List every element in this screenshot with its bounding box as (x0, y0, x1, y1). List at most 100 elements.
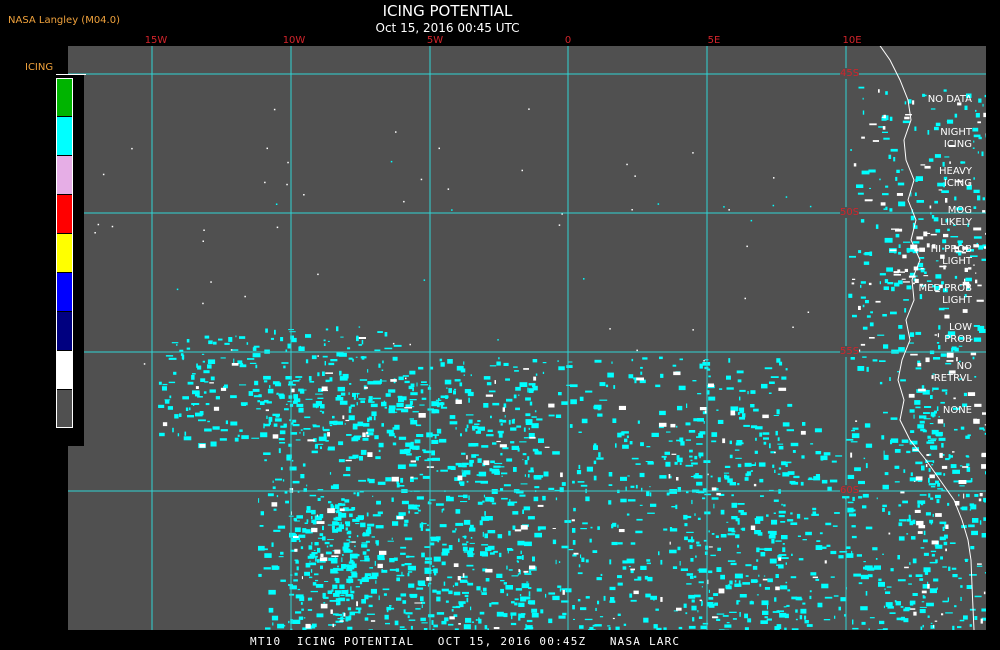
cloud-pixel (754, 580, 759, 582)
cloud-pixel (358, 344, 362, 346)
cloud-pixel (910, 472, 913, 477)
cloud-pixel (349, 383, 352, 385)
cloud-pixel (278, 438, 285, 441)
cloud-pixel (339, 620, 344, 622)
cloud-pixel (917, 500, 926, 504)
cloud-pixel (945, 612, 953, 614)
cloud-pixel (319, 557, 328, 562)
cloud-pixel (345, 419, 350, 422)
cloud-pixel (735, 534, 740, 539)
cloud-pixel (374, 435, 379, 440)
cloud-pixel (309, 560, 311, 562)
cloud-pixel (719, 388, 723, 390)
cloud-pixel (453, 388, 457, 390)
cloud-pixel (419, 404, 425, 406)
cloud-pixel (744, 627, 749, 630)
cloud-pixel (762, 578, 768, 581)
cloud-pixel (273, 530, 280, 532)
cloud-pixel (941, 443, 944, 448)
cloud-pixel (860, 606, 868, 611)
cloud-pixel (725, 584, 728, 589)
cloud-pixel (737, 379, 742, 383)
cloud-pixel (885, 206, 888, 210)
cloud-pixel (973, 244, 979, 248)
cloud-pixel (931, 215, 935, 219)
cloud-pixel (315, 579, 319, 582)
cloud-pixel (657, 203, 660, 205)
cloud-pixel (416, 434, 424, 437)
cloud-pixel (658, 551, 660, 556)
cloud-pixel (350, 550, 353, 553)
cloud-pixel (812, 507, 817, 511)
cloud-pixel (169, 395, 172, 399)
cloud-pixel (421, 552, 425, 558)
cloud-pixel (973, 206, 977, 209)
cloud-pixel (402, 375, 409, 377)
cloud-pixel (896, 169, 900, 173)
cloud-pixel (483, 376, 491, 380)
cloud-pixel (438, 398, 440, 401)
cloud-pixel (935, 122, 941, 127)
cloud-pixel (914, 126, 917, 131)
cloud-pixel (584, 618, 593, 621)
cloud-pixel (585, 390, 593, 393)
cloud-pixel (522, 509, 524, 514)
cloud-pixel (740, 512, 747, 516)
cloud-pixel (933, 387, 939, 390)
cloud-pixel (473, 553, 475, 555)
icing-map[interactable] (68, 46, 986, 630)
cloud-pixel (482, 587, 487, 592)
cloud-pixel (531, 608, 538, 613)
cloud-pixel (668, 474, 671, 479)
cloud-pixel (477, 501, 483, 505)
cloud-pixel (586, 466, 593, 472)
cloud-pixel (552, 451, 560, 455)
cloud-pixel (330, 559, 338, 564)
cloud-pixel (171, 342, 179, 344)
cloud-pixel (756, 559, 759, 562)
cloud-pixel (626, 163, 628, 166)
cloud-pixel (536, 418, 543, 421)
cloud-pixel (230, 421, 238, 426)
cloud-pixel (355, 523, 360, 525)
cloud-pixel (367, 417, 370, 423)
lon-label-10w: 10W (282, 35, 306, 46)
cloud-pixel (176, 344, 178, 346)
cloud-pixel (634, 379, 637, 384)
cloud-pixel (879, 381, 883, 385)
cloud-pixel (790, 576, 797, 579)
cloud-pixel (920, 164, 926, 166)
cloud-pixel (371, 572, 379, 577)
cloud-pixel (529, 565, 536, 570)
cloud-pixel (691, 599, 695, 603)
cloud-pixel (759, 583, 762, 587)
cloud-pixel (500, 580, 505, 582)
cloud-pixel (432, 628, 435, 630)
cloud-pixel (322, 371, 325, 376)
cloud-pixel (680, 441, 685, 446)
cloud-pixel (943, 233, 949, 238)
cloud-pixel (336, 568, 344, 571)
cloud-pixel (831, 460, 837, 463)
cloud-pixel (168, 357, 177, 360)
cloud-pixel (460, 433, 462, 437)
cloud-pixel (756, 547, 760, 553)
cloud-pixel (474, 625, 477, 630)
cloud-pixel (845, 546, 851, 549)
cloud-pixel (882, 131, 888, 133)
cloud-pixel (496, 573, 503, 578)
cloud-pixel (945, 548, 947, 552)
cloud-pixel (706, 602, 714, 607)
cloud-pixel (566, 365, 573, 368)
cloud-pixel (410, 476, 414, 479)
cloud-pixel (809, 590, 812, 593)
cloud-pixel (929, 205, 932, 209)
cloud-pixel (337, 386, 345, 392)
cloud-pixel (329, 424, 333, 427)
cloud-pixel (503, 362, 509, 366)
cloud-pixel (288, 395, 293, 399)
cloud-pixel (711, 432, 718, 437)
cloud-pixel (304, 416, 311, 419)
cloud-pixel (351, 437, 359, 442)
cloud-pixel (358, 609, 361, 614)
